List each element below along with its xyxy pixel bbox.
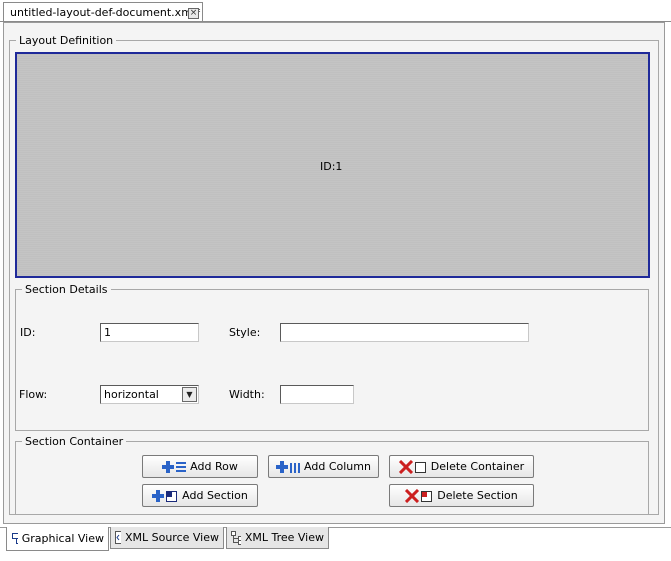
document-tab[interactable]: untitled-layout-def-document.xml* × (3, 2, 203, 22)
flow-select-value: horizontal (104, 388, 159, 401)
tab-xml-tree-view[interactable]: XML Tree View (226, 527, 329, 549)
add-section-button[interactable]: Add Section (142, 484, 258, 507)
flow-select[interactable]: horizontal ▼ (100, 385, 199, 404)
tab-graphical-view-label: Graphical View (21, 532, 104, 545)
section-container-legend: Section Container (25, 435, 124, 448)
tab-graphical-view[interactable]: Graphical View (6, 527, 109, 551)
delete-container-icon (398, 459, 426, 474)
tree-icon (231, 530, 241, 545)
add-column-button[interactable]: Add Column (268, 455, 379, 478)
canvas-section-label: ID:1 (320, 160, 343, 173)
delete-section-label: Delete Section (437, 489, 518, 502)
add-row-icon (162, 460, 187, 473)
id-field[interactable]: 1 (100, 323, 199, 342)
add-row-button[interactable]: Add Row (142, 455, 258, 478)
style-label: Style: (229, 326, 261, 339)
delete-container-button[interactable]: Delete Container (389, 455, 534, 478)
flow-label: Flow: (19, 388, 48, 401)
add-section-icon (152, 489, 178, 502)
graphical-view-icon (12, 533, 18, 544)
tab-xml-source-view[interactable]: XML Source View (110, 527, 224, 549)
add-section-label: Add Section (182, 489, 248, 502)
tab-xml-source-view-label: XML Source View (124, 531, 219, 544)
section-details-group: Section Details (15, 283, 649, 431)
id-label: ID: (20, 326, 36, 339)
add-column-label: Add Column (304, 460, 371, 473)
section-details-legend: Section Details (25, 283, 108, 296)
delete-container-label: Delete Container (430, 460, 525, 473)
delete-section-button[interactable]: Delete Section (389, 484, 534, 507)
layout-definition-legend: Layout Definition (19, 34, 114, 47)
width-label: Width: (229, 388, 265, 401)
tab-xml-tree-view-label: XML Tree View (244, 531, 324, 544)
chevron-down-icon[interactable]: ▼ (182, 387, 197, 402)
width-field[interactable] (280, 385, 354, 404)
style-field[interactable] (280, 323, 529, 342)
delete-section-icon (405, 488, 433, 503)
document-tab-title: untitled-layout-def-document.xml* (10, 6, 201, 19)
add-row-label: Add Row (190, 460, 238, 473)
add-column-icon (276, 460, 301, 473)
xml-source-icon (115, 530, 121, 544)
close-icon[interactable]: × (188, 8, 199, 19)
